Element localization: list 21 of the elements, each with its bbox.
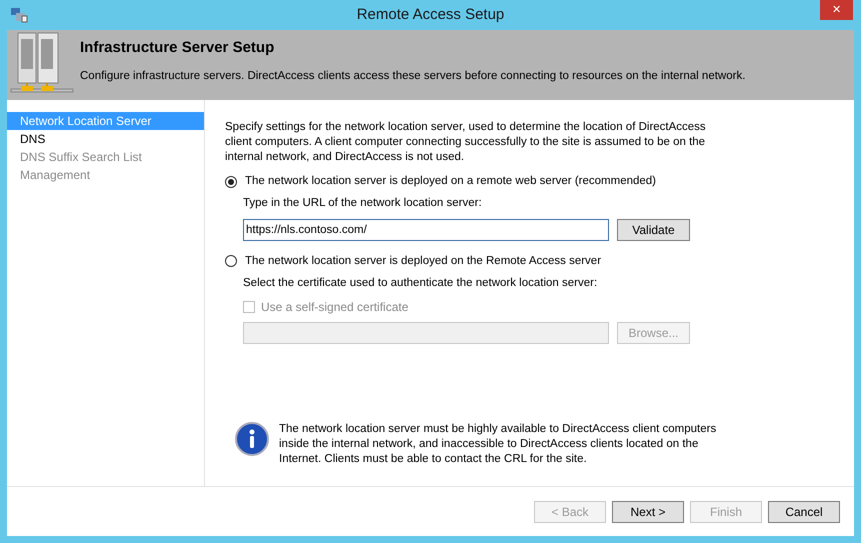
window-title: Remote Access Setup <box>356 4 504 25</box>
header-title: Infrastructure Server Setup <box>80 38 276 58</box>
sidebar-item[interactable]: Network Location Server <box>7 112 204 130</box>
dialog-button[interactable]: Validate <box>617 218 690 240</box>
app-icon <box>10 7 28 23</box>
radio-label: The network location server is deployed on a remote web server (recommended) <box>245 174 656 189</box>
checkbox-label: Use a self-signed certificate <box>261 299 408 316</box>
radio-button[interactable] <box>225 176 237 188</box>
info-icon <box>235 422 269 456</box>
close-button[interactable]: ✕ <box>820 0 853 20</box>
field-prompt: Type in the URL of the network location server: <box>243 196 483 212</box>
dialog-button[interactable]: Next > <box>612 500 684 522</box>
field-prompt: Select the certificate used to authenticate the network location server: <box>243 276 598 291</box>
sidebar-item[interactable]: DNS <box>7 130 204 148</box>
info-text: The network location server must be highly available to DirectAccess client computers inside the internal network, and inaccessible to DirectAccess clients located on the Internet. Clients must be able to contact the CRL for the site. <box>279 422 718 467</box>
header-description: Configure infrastructure servers. DirectAccess clients access these servers before connecting to resources on the internal network. <box>80 68 746 84</box>
input-field[interactable]: https://nls.contoso.com/ <box>243 218 609 240</box>
radio-button[interactable] <box>225 255 237 268</box>
dialog-button[interactable]: Cancel <box>768 500 840 522</box>
radio-label: The network location server is deployed on the Remote Access server <box>245 254 602 268</box>
intro-text: Specify settings for the network location server, used to determine the location of DirectAccess client computers. A client computer connecting successfully to the site is assumed to be on the internal network, and DirectAccess is not used. <box>225 120 707 165</box>
